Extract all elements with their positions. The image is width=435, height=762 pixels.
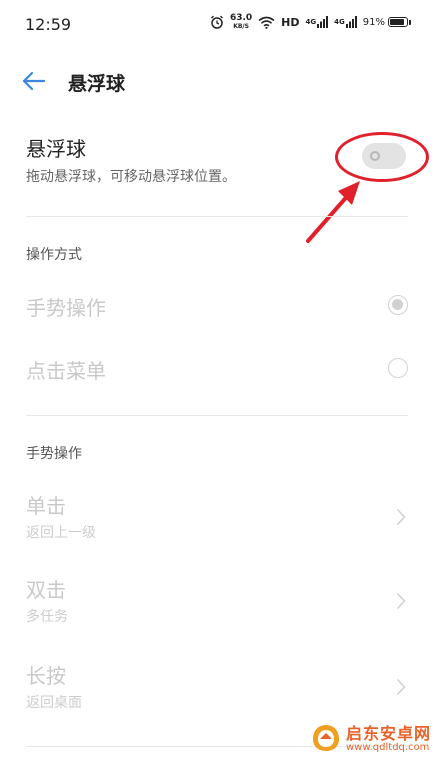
divider: [26, 415, 408, 416]
watermark-logo-icon: [313, 725, 339, 751]
watermark: 启东安卓网 www.qdltdq.com: [302, 718, 432, 760]
network-speed: 63.0 KB/S: [229, 13, 253, 31]
option-label: 点击菜单: [26, 359, 106, 383]
radio-button[interactable]: [388, 358, 408, 378]
option-tap-menu[interactable]: 点击菜单: [0, 341, 435, 397]
section-header-operation-mode: 操作方式: [26, 247, 82, 263]
battery-cap: [409, 19, 411, 25]
wifi-icon: [258, 16, 275, 29]
battery-percent: 91%: [362, 16, 385, 28]
toggle-title: 悬浮球: [26, 137, 86, 161]
status-icons: 63.0 KB/S HD 4G 4G 91%: [210, 14, 411, 30]
chevron-right-icon: [396, 678, 406, 696]
switch-knob: [370, 151, 380, 161]
battery-indicator: 91%: [363, 17, 411, 28]
network-speed-unit: KB/S: [233, 23, 249, 30]
status-bar: 12:59 63.0 KB/S HD 4G 4G 91%: [0, 0, 435, 50]
signal-sim1-icon: 4G: [306, 16, 329, 28]
hd-label: HD: [281, 15, 300, 29]
battery-icon: [388, 17, 408, 27]
floating-ball-toggle-row[interactable]: 悬浮球 拖动悬浮球，可移动悬浮球位置。: [0, 120, 435, 210]
radio-button-checked[interactable]: [388, 295, 408, 315]
settings-screen: 12:59 63.0 KB/S HD 4G 4G 91% 悬浮球 悬浮球 拖动悬…: [0, 0, 435, 762]
gesture-value: 返回上一级: [26, 525, 96, 541]
chevron-right-icon: [396, 508, 406, 526]
floating-ball-switch[interactable]: [362, 143, 406, 169]
gesture-value: 返回桌面: [26, 695, 82, 711]
option-label: 手势操作: [26, 296, 106, 320]
option-gesture[interactable]: 手势操作: [0, 278, 435, 334]
divider: [26, 216, 408, 217]
sim1-label: 4G: [305, 18, 317, 26]
status-time: 12:59: [25, 15, 72, 34]
gesture-item-single-tap[interactable]: 单击 返回上一级: [0, 484, 435, 562]
back-button[interactable]: [20, 68, 50, 94]
gesture-label: 长按: [26, 664, 66, 688]
watermark-text: 启东安卓网: [346, 724, 432, 743]
watermark-url: www.qdltdq.com: [346, 742, 430, 753]
gesture-value: 多任务: [26, 609, 68, 625]
sim2-label: 4G: [334, 18, 345, 26]
arrow-left-icon: [22, 71, 46, 91]
page-title: 悬浮球: [68, 73, 126, 95]
gesture-label: 单击: [26, 494, 66, 518]
gesture-item-double-tap[interactable]: 双击 多任务: [0, 568, 435, 646]
battery-fill: [390, 19, 404, 25]
network-speed-value: 63.0: [229, 13, 253, 23]
app-header: 悬浮球: [0, 58, 435, 104]
gesture-label: 双击: [26, 578, 66, 602]
chevron-right-icon: [396, 592, 406, 610]
section-header-gesture: 手势操作: [26, 446, 82, 462]
signal-sim2-icon: 4G: [334, 16, 357, 28]
toggle-subtitle: 拖动悬浮球，可移动悬浮球位置。: [26, 169, 236, 185]
alarm-icon: [210, 15, 224, 29]
